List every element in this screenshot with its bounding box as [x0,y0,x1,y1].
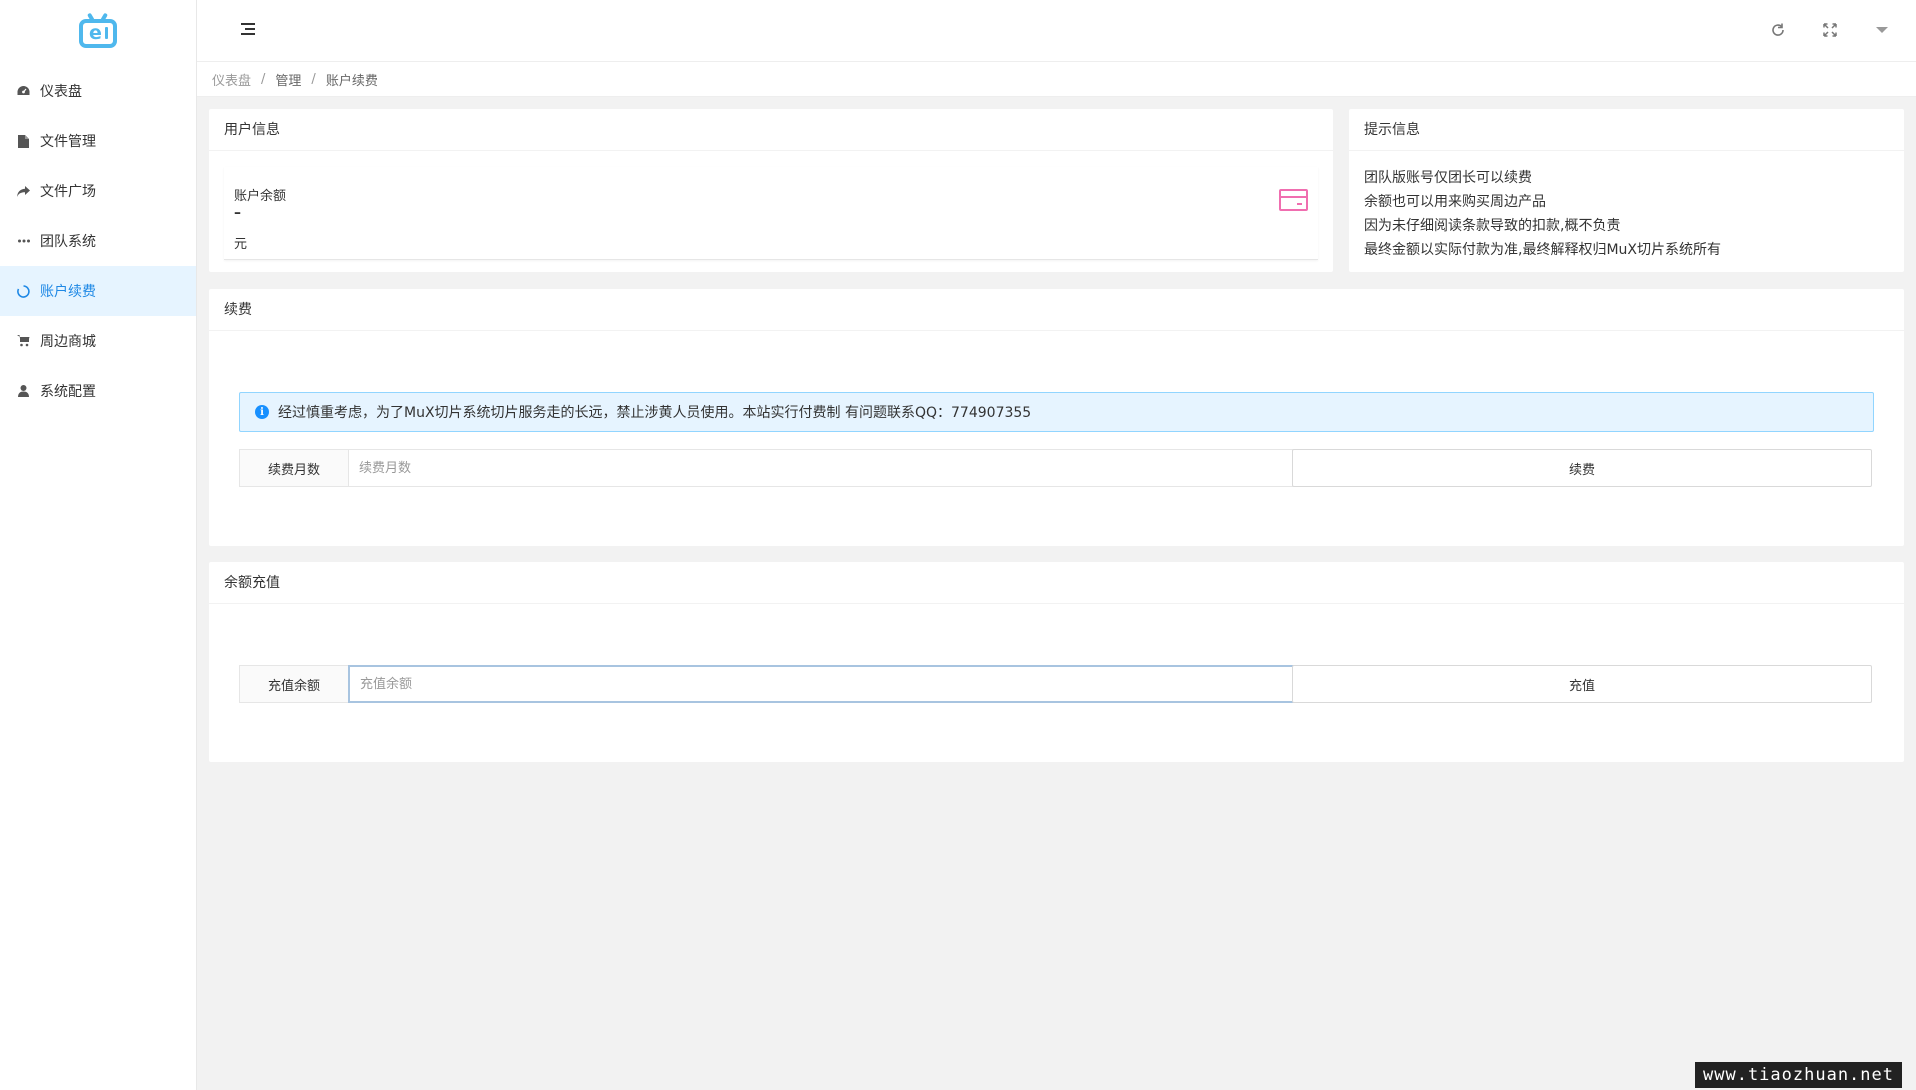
sidebar-item-label: 系统配置 [40,384,96,400]
notice-alert: i 经过慎重考虑，为了MuX切片系统切片服务走的长远，禁止涉黄人员使用。本站实行… [239,392,1874,432]
breadcrumb-separator: / [261,71,266,87]
sidebar-item-label: 周边商城 [40,334,96,350]
breadcrumb-item[interactable]: 仪表盘 [212,70,251,89]
balance-value: – [234,205,241,221]
card-title: 续费 [209,289,1904,331]
watermark: www.tiaozhuan.net [1695,1062,1902,1088]
card-title: 用户信息 [209,109,1333,151]
sidebar: e 仪表盘 文件管理 文件广场 团队系统 账户续费 周边商城 系统配置 [0,0,197,1090]
renew-months-label: 续费月数 [239,449,348,487]
tips-card: 提示信息 团队版账号仅团长可以续费 余额也可以用来购买周边产品 因为未仔细阅读条… [1349,109,1904,272]
sidebar-item-shop[interactable]: 周边商城 [0,316,196,366]
cart-icon [17,335,30,348]
balance-label: 账户余额 [234,189,287,204]
recharge-amount-label: 充值余额 [239,665,348,703]
tip-line: 最终金额以实际付款为准,最终解释权归MuX切片系统所有 [1364,242,1721,258]
logo[interactable]: e [0,0,196,62]
refresh-icon[interactable] [1768,20,1788,40]
topbar [197,0,1916,62]
breadcrumb-item[interactable]: 管理 [275,70,301,89]
info-icon: i [255,405,269,419]
sidebar-item-dashboard[interactable]: 仪表盘 [0,66,196,116]
balance-panel: 账户余额 – 元 [224,167,1318,260]
fullscreen-icon[interactable] [1820,20,1840,40]
sidebar-item-label: 账户续费 [40,284,96,300]
tip-line: 团队版账号仅团长可以续费 [1364,170,1532,186]
renew-card: 续费 i 经过慎重考虑，为了MuX切片系统切片服务走的长远，禁止涉黄人员使用。本… [209,289,1904,546]
recharge-amount-group: 充值余额 [239,665,1341,703]
recharge-card: 余额充值 充值余额 充值 [209,562,1904,762]
sidebar-item-label: 团队系统 [40,234,96,250]
sidebar-item-settings[interactable]: 系统配置 [0,366,196,416]
ellipsis-icon [17,235,30,248]
recharge-button[interactable]: 充值 [1292,665,1872,703]
tv-logo-icon: e [77,12,119,49]
recharge-amount-input[interactable] [348,665,1341,703]
circle-icon [17,284,30,298]
tips-list: 团队版账号仅团长可以续费 余额也可以用来购买周边产品 因为未仔细阅读条款导致的扣… [1364,166,1721,262]
sidebar-nav: 仪表盘 文件管理 文件广场 团队系统 账户续费 周边商城 系统配置 [0,66,196,416]
sidebar-item-files[interactable]: 文件管理 [0,116,196,166]
breadcrumb-item: 账户续费 [325,73,378,89]
credit-card-icon [1279,189,1308,211]
breadcrumb: 仪表盘 / 管理 / 账户续费 [197,62,1916,97]
sidebar-item-label: 文件广场 [40,184,96,200]
sidebar-item-team[interactable]: 团队系统 [0,216,196,266]
card-title: 提示信息 [1349,109,1904,151]
tip-line: 余额也可以用来购买周边产品 [1364,194,1546,210]
renew-months-group: 续费月数 [239,449,1341,487]
user-icon [17,385,30,398]
menu-toggle-icon[interactable] [241,23,255,35]
dashboard-icon [17,85,30,98]
breadcrumb-separator: / [311,71,316,87]
sidebar-item-square[interactable]: 文件广场 [0,166,196,216]
renew-months-input[interactable] [348,449,1341,487]
chevron-down-icon[interactable] [1872,20,1892,40]
renew-button[interactable]: 续费 [1292,449,1872,487]
user-info-card: 用户信息 账户余额 – 元 [209,109,1333,272]
notice-text: 经过慎重考虑，为了MuX切片系统切片服务走的长远，禁止涉黄人员使用。本站实行付费… [278,405,1032,421]
sidebar-item-renewal[interactable]: 账户续费 [0,266,196,316]
card-title: 余额充值 [209,562,1904,604]
balance-unit: 元 [234,237,248,252]
tip-line: 因为未仔细阅读条款导致的扣款,概不负责 [1364,218,1621,234]
sidebar-item-label: 仪表盘 [40,84,82,100]
file-icon [17,134,30,148]
sidebar-item-label: 文件管理 [40,134,96,150]
share-icon [17,185,30,198]
